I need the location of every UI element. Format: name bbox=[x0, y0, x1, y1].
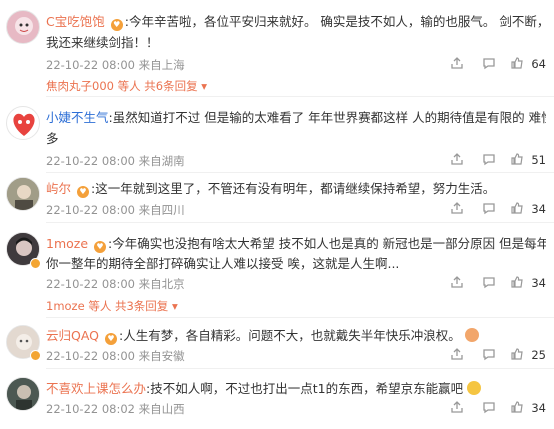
comment-location: 来自上海 bbox=[138, 58, 185, 72]
chevron-down-icon: ▾ bbox=[201, 79, 208, 93]
comment-time: 22-10-22 08:00 bbox=[46, 349, 135, 363]
like-count: 64 bbox=[531, 57, 546, 71]
comment-location: 来自湖南 bbox=[138, 154, 185, 168]
avatar[interactable] bbox=[6, 10, 40, 44]
comment-text: 今年确实也没抱有啥太大希望 技不如人也是真的 新冠也是一部分原因 但是每年的这个… bbox=[112, 236, 546, 251]
comment-username[interactable]: 云归QAQ bbox=[46, 328, 99, 343]
like-count: 25 bbox=[531, 348, 546, 362]
comment-username[interactable]: C宝吃饱饱 bbox=[46, 14, 105, 29]
share-icon[interactable] bbox=[450, 56, 466, 72]
reply-summary[interactable]: 焦肉丸子000 等人 共6条回复 ▾ bbox=[46, 78, 207, 94]
comment-username[interactable]: 不喜欢上课怎么办 bbox=[46, 381, 146, 396]
like-icon[interactable] bbox=[510, 400, 526, 416]
comment-location: 来自四川 bbox=[138, 203, 185, 217]
comment-icon[interactable] bbox=[482, 347, 498, 363]
reply-username[interactable]: 1moze bbox=[46, 299, 85, 313]
comment-username[interactable]: 小婕不生气 bbox=[46, 110, 109, 125]
share-icon[interactable] bbox=[450, 201, 466, 217]
comment-text-continued: 多 bbox=[46, 131, 59, 146]
comment-time: 22-10-22 08:02 bbox=[46, 402, 135, 416]
avatar[interactable] bbox=[6, 177, 40, 211]
comment-icon[interactable] bbox=[482, 400, 498, 416]
avatar[interactable] bbox=[6, 106, 40, 140]
emoji-icon bbox=[467, 381, 482, 395]
comment-text: 技不如人啊，不过也打出一点t1的东西，希望京东能赢吧 bbox=[150, 381, 464, 396]
like-count: 34 bbox=[531, 401, 546, 415]
emoji-icon bbox=[464, 328, 479, 342]
comment-actions: 64 bbox=[416, 56, 546, 72]
comment-location: 来自安徽 bbox=[138, 349, 185, 363]
comment-time: 22-10-22 08:00 bbox=[46, 277, 135, 291]
fan-badge-icon: ♥ bbox=[105, 333, 117, 345]
comment-actions: 34 bbox=[416, 275, 546, 291]
comment-actions: 34 bbox=[416, 201, 546, 217]
comment-actions: 34 bbox=[416, 400, 546, 416]
comment-time: 22-10-22 08:00 bbox=[46, 58, 135, 72]
divider bbox=[46, 317, 554, 318]
comment-text: 人生有梦，各自精彩。问题不大，也就戴失半年快乐冲浪权。 bbox=[123, 328, 461, 343]
comment-text: 今年辛苦啦，各位平安归来就好。 确实是技不如人，输的也服气。 剑不断，指不烂，明… bbox=[128, 14, 546, 29]
fan-badge-icon: ♥ bbox=[77, 186, 89, 198]
reply-count[interactable]: 等人 共3条回复 bbox=[88, 299, 168, 313]
reply-username[interactable]: 焦肉丸子000 bbox=[46, 79, 114, 93]
avatar[interactable] bbox=[6, 377, 40, 411]
comment-time: 22-10-22 08:00 bbox=[46, 154, 135, 168]
like-count: 34 bbox=[531, 276, 546, 290]
divider bbox=[46, 172, 554, 173]
like-icon[interactable] bbox=[510, 347, 526, 363]
like-count: 51 bbox=[531, 153, 546, 167]
comment-location: 来自北京 bbox=[138, 277, 185, 291]
share-icon[interactable] bbox=[450, 400, 466, 416]
like-icon[interactable] bbox=[510, 56, 526, 72]
comment-icon[interactable] bbox=[482, 201, 498, 217]
comment-actions: 25 bbox=[416, 347, 546, 363]
reply-count[interactable]: 等人 共6条回复 bbox=[118, 79, 198, 93]
comment-icon[interactable] bbox=[482, 152, 498, 168]
verified-badge-icon bbox=[30, 350, 41, 361]
divider bbox=[46, 96, 554, 97]
share-icon[interactable] bbox=[450, 152, 466, 168]
divider bbox=[46, 222, 554, 223]
fan-badge-icon: ♥ bbox=[110, 19, 123, 31]
comment-actions: 51 bbox=[416, 152, 546, 168]
like-icon[interactable] bbox=[510, 152, 526, 168]
share-icon[interactable] bbox=[450, 347, 466, 363]
comment-username[interactable]: 屿尔 bbox=[46, 181, 71, 196]
like-count: 34 bbox=[531, 202, 546, 216]
comment-icon[interactable] bbox=[482, 56, 498, 72]
verified-badge-icon bbox=[30, 258, 41, 269]
comment-username[interactable]: 1moze bbox=[46, 236, 88, 251]
divider bbox=[46, 368, 554, 369]
comment-text-continued: 你一整年的期待全部打碎确实让人难以接受 唉，这就是人生啊... bbox=[46, 256, 400, 271]
fan-badge-icon: ♥ bbox=[94, 241, 107, 253]
share-icon[interactable] bbox=[450, 275, 466, 291]
comment-time: 22-10-22 08:00 bbox=[46, 203, 135, 217]
like-icon[interactable] bbox=[510, 275, 526, 291]
chevron-down-icon: ▾ bbox=[171, 299, 178, 313]
comment-location: 来自山西 bbox=[138, 402, 185, 416]
comment-text: 这一年就到这里了，不管还有没有明年，都请继续保持希望，努力生活。 bbox=[95, 181, 496, 196]
comment-icon[interactable] bbox=[482, 275, 498, 291]
comment-text-continued: 我还来继续剑指！！ bbox=[46, 35, 159, 50]
comment-text: 虽然知道打不过 但是输的太难看了 年年世界赛都这样 人的期待值是有限的 难怪你黑… bbox=[112, 110, 546, 125]
reply-summary[interactable]: 1moze 等人 共3条回复 ▾ bbox=[46, 298, 178, 314]
like-icon[interactable] bbox=[510, 201, 526, 217]
